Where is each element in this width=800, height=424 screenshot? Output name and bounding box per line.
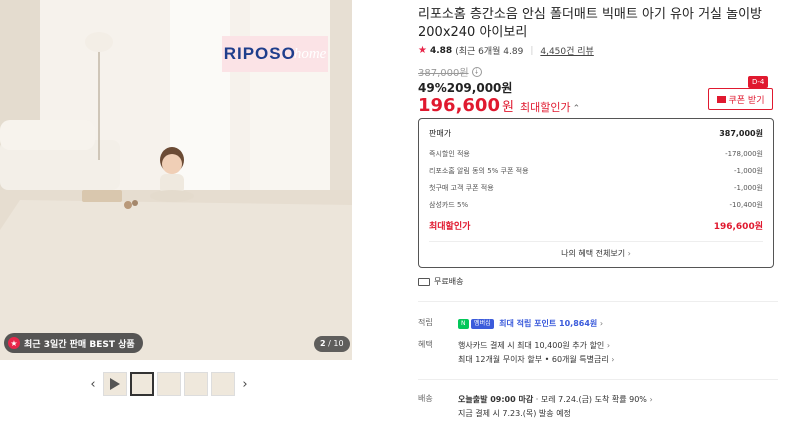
delivery-cutoff: 오늘출발 09:00 마감 xyxy=(458,395,534,404)
divider xyxy=(429,241,763,242)
final-price-row: 196,600 원 최대할인가 ⌃ xyxy=(418,95,580,116)
rating-detail: (최근 6개월 4.89 xyxy=(455,47,524,57)
chevron-right-icon: › xyxy=(599,319,604,328)
price-breakdown-header: 판매가 387,000원 xyxy=(429,125,763,142)
price-breakdown-header-label: 판매가 xyxy=(429,129,452,138)
delivery-label: 배송 xyxy=(418,394,433,403)
rating-row: ★ 4.88 (최근 6개월 4.89 | 4,450건 리뷰 xyxy=(418,44,594,57)
product-title: 리포소홈 층간소음 안심 폴더매트 빅매트 아기 유아 거실 놀이방 200x2… xyxy=(418,7,763,40)
price-breakdown-total: 최대할인가 196,600원 xyxy=(429,217,763,234)
thumbnail-next-arrow-icon[interactable]: › xyxy=(238,372,252,396)
sale-price: 209,000원 xyxy=(446,81,513,95)
chevron-right-icon: › xyxy=(611,355,615,364)
original-price-row: 387,000원 i xyxy=(418,64,482,79)
total-value: 196,600원 xyxy=(713,222,763,232)
chevron-right-icon: › xyxy=(627,249,631,258)
discount-rate: 49% xyxy=(418,81,447,95)
benefit-row: 혜택 행사카드 결제 시 최대 10,400원 추가 할인 › 최대 12개월 … xyxy=(418,339,778,367)
max-point-text: 최대 적립 포인트 10,864원 xyxy=(499,319,598,328)
chevron-right-icon[interactable]: › xyxy=(649,395,652,404)
brand-logo-script: home xyxy=(293,45,327,62)
coupon-button-label: 쿠폰 받기 xyxy=(728,95,765,106)
total-label: 최대할인가 xyxy=(429,222,471,232)
brand-logo-text: RIPOSO xyxy=(223,44,296,63)
price-breakdown-row: 첫구매 고객 쿠폰 적용 -1,000원 xyxy=(429,179,763,196)
final-price-unit: 원 xyxy=(501,100,514,115)
info-icon[interactable]: i xyxy=(471,66,482,77)
coupon-download-button[interactable]: 쿠폰 받기 xyxy=(708,88,773,110)
delivery-row: 배송 오늘출발 09:00 마감 · 모레 7.24.(금) 도착 확률 90%… xyxy=(418,393,778,421)
final-price-label[interactable]: 최대할인가 xyxy=(520,99,571,115)
thumbnail-image-4[interactable] xyxy=(211,372,235,396)
discount-value: -1,000원 xyxy=(733,166,763,175)
truck-icon xyxy=(418,277,430,286)
thumbnail-image-1[interactable] xyxy=(130,372,154,396)
discount-label: 삼성카드 5% xyxy=(429,200,469,209)
ticket-icon xyxy=(716,95,726,103)
discount-label: 첫구매 고객 쿠폰 적용 xyxy=(429,183,494,192)
best-badge-icon: ★ xyxy=(8,337,20,349)
discount-value: -10,400원 xyxy=(729,200,763,209)
price-breakdown-row: 삼성카드 5% -10,400원 xyxy=(429,196,763,213)
original-price: 387,000원 xyxy=(418,68,469,79)
thumbnail-image-3[interactable] xyxy=(184,372,208,396)
benefit-values: 행사카드 결제 시 최대 10,400원 추가 할인 › 최대 12개월 무이자… xyxy=(458,339,778,367)
play-icon xyxy=(110,378,120,390)
delivery-dispatch: 지금 결제 시 7.23.(목) 발송 예정 xyxy=(458,409,571,418)
npay-badge-icon: N xyxy=(458,318,469,329)
image-page-counter: 2 / 10 xyxy=(314,336,350,352)
divider: | xyxy=(530,45,534,56)
chevron-up-icon[interactable]: ⌃ xyxy=(573,104,581,114)
point-row: 적립 N 멤버십 최대 적립 포인트 10,864원 › xyxy=(418,317,778,331)
best-badge-text: 최근 3일간 판매 BEST 상품 xyxy=(24,339,135,350)
star-icon: ★ xyxy=(418,45,427,56)
discount-label: 즉시할인 적용 xyxy=(429,149,470,158)
main-product-image[interactable]: RIPOSO home ★ 최근 3일간 판매 BEST 상품 2 / 10 xyxy=(0,0,352,360)
thumbnail-prev-arrow-icon[interactable]: ‹ xyxy=(86,372,100,396)
best-seller-badge: ★ 최근 3일간 판매 BEST 상품 xyxy=(4,333,143,353)
divider xyxy=(418,379,778,380)
discount-value: -178,000원 xyxy=(725,149,763,158)
membership-badge-icon: 멤버십 xyxy=(471,318,494,329)
price-breakdown-box: 판매가 387,000원 즉시할인 적용 -178,000원 리포소홈 알림 동… xyxy=(418,118,774,268)
discount-value: -1,000원 xyxy=(733,183,763,192)
sale-price-row: 49%209,000원 xyxy=(418,79,512,96)
thumbnail-image-2[interactable] xyxy=(157,372,181,396)
coupon-dday-badge: D-4 xyxy=(748,76,769,88)
thumbnail-video[interactable] xyxy=(103,372,127,396)
card-benefit-link[interactable]: 행사카드 결제 시 최대 10,400원 추가 할인 › xyxy=(458,341,610,350)
free-shipping-row: 무료배송 xyxy=(418,276,463,287)
final-price: 196,600 xyxy=(418,95,500,116)
installment-benefit-text: 최대 12개월 무이자 할부 • 60개월 특별금리 xyxy=(458,355,609,364)
discount-label: 리포소홈 알림 동의 5% 쿠폰 적용 xyxy=(429,166,529,175)
point-value[interactable]: N 멤버십 최대 적립 포인트 10,864원 › xyxy=(458,317,778,331)
view-all-benefits-link[interactable]: 나의 혜택 전체보기 › xyxy=(429,248,763,259)
benefit-label: 혜택 xyxy=(418,340,433,349)
delivery-eta: · 모레 7.24.(금) 도착 확률 90% xyxy=(535,395,647,404)
installment-benefit-link[interactable]: 최대 12개월 무이자 할부 • 60개월 특별금리 › xyxy=(458,355,615,364)
price-breakdown-header-value: 387,000원 xyxy=(719,129,763,138)
point-label: 적립 xyxy=(418,318,433,327)
delivery-values: 오늘출발 09:00 마감 · 모레 7.24.(금) 도착 확률 90% › … xyxy=(458,393,778,421)
thumbnail-strip: ‹ › xyxy=(86,371,252,397)
free-shipping-label: 무료배송 xyxy=(434,277,464,286)
divider xyxy=(418,301,778,302)
product-gallery: RIPOSO home ★ 최근 3일간 판매 BEST 상품 2 / 10 ‹… xyxy=(0,0,352,424)
image-page-current: 2 xyxy=(320,339,326,348)
brand-logo: RIPOSO home xyxy=(222,36,328,72)
view-all-benefits-label: 나의 혜택 전체보기 xyxy=(561,249,626,258)
chevron-right-icon: › xyxy=(606,341,611,350)
price-breakdown-row: 리포소홈 알림 동의 5% 쿠폰 적용 -1,000원 xyxy=(429,162,763,179)
price-breakdown-row: 즉시할인 적용 -178,000원 xyxy=(429,145,763,162)
review-count-link[interactable]: 4,450건 리뷰 xyxy=(540,44,593,57)
card-benefit-text: 행사카드 결제 시 최대 10,400원 추가 할인 xyxy=(458,341,605,350)
image-page-total: / 10 xyxy=(328,339,344,348)
rating-score: 4.88 xyxy=(429,45,453,56)
